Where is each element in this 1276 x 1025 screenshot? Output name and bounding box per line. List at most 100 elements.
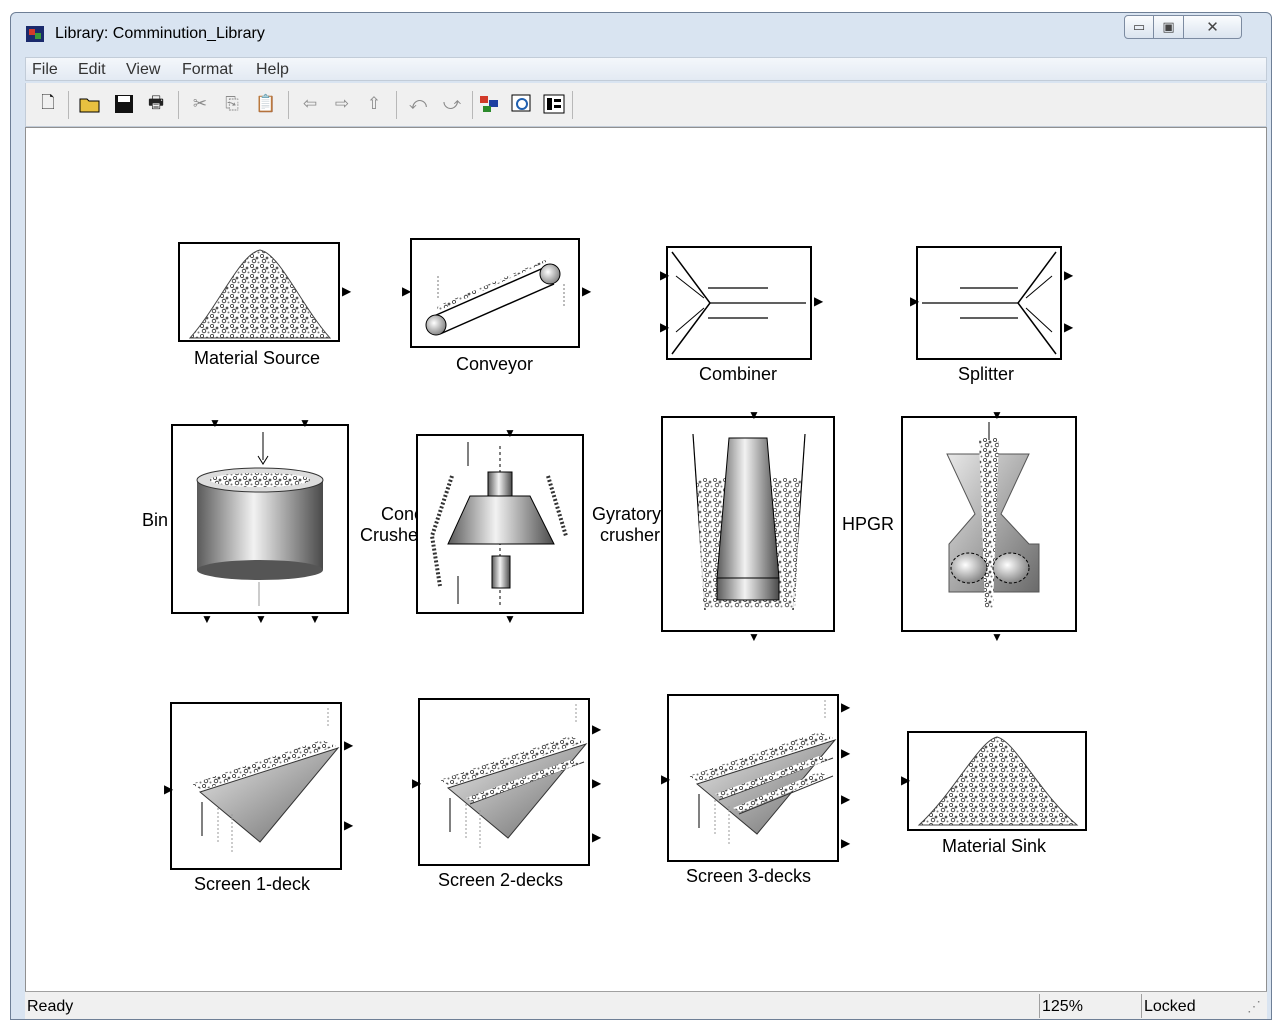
undo-icon[interactable]: ⤺ bbox=[406, 92, 430, 116]
bin-label: Bin bbox=[142, 510, 169, 530]
toolbar-separator bbox=[288, 91, 289, 119]
hpgr-label: HPGR bbox=[842, 514, 895, 534]
input-port-icon: ▼ bbox=[504, 426, 516, 440]
output-port-icon: ▶ bbox=[592, 776, 602, 790]
conveyor-block[interactable] bbox=[410, 238, 580, 348]
input-port-icon: ▶ bbox=[660, 268, 670, 282]
toolbar-separator bbox=[572, 91, 573, 119]
output-port-icon: ▶ bbox=[344, 738, 354, 752]
input-port-icon: ▼ bbox=[299, 416, 311, 430]
new-file-icon[interactable]: 🗋 bbox=[36, 92, 60, 116]
toolbar: 🗋 🖶 ✂ ⎘ 📋 ⇦ ⇨ ⇧ ⤺ ⤻ bbox=[25, 83, 1267, 127]
save-icon[interactable] bbox=[112, 92, 136, 116]
redo-icon[interactable]: ⤻ bbox=[440, 92, 464, 116]
splitter-arrows-icon bbox=[922, 251, 1057, 355]
screen-3-decks-block[interactable] bbox=[667, 694, 839, 862]
input-port-icon: ▶ bbox=[402, 284, 412, 298]
output-port-icon: ▶ bbox=[841, 746, 851, 760]
cone-crusher-icon bbox=[429, 442, 568, 606]
menu-edit[interactable]: Edit bbox=[78, 61, 106, 79]
menu-view[interactable]: View bbox=[126, 61, 160, 79]
vibrating-screen-1-deck-icon bbox=[192, 708, 340, 854]
cut-icon[interactable]: ✂ bbox=[188, 92, 212, 116]
output-port-icon: ▶ bbox=[841, 700, 851, 714]
model-explorer-icon[interactable] bbox=[510, 92, 534, 116]
output-port-icon: ▶ bbox=[1064, 320, 1074, 334]
library-canvas[interactable]: ▶ Material Source ▶ ▶ Conveyor ▶ ▶ ▶ Com… bbox=[25, 127, 1267, 999]
output-port-icon: ▼ bbox=[309, 612, 321, 626]
output-port-icon: ▼ bbox=[504, 612, 516, 626]
menu-bar: File Edit View Format Help bbox=[25, 57, 1267, 81]
output-port-icon: ▶ bbox=[592, 722, 602, 736]
close-button[interactable]: ✕ bbox=[1184, 15, 1242, 39]
screen-2-decks-label: Screen 2-decks bbox=[438, 870, 564, 890]
combiner-arrows-icon bbox=[671, 251, 806, 355]
status-text: Ready bbox=[27, 998, 74, 1015]
toolbar-separator bbox=[68, 91, 69, 119]
bin-block[interactable] bbox=[171, 424, 349, 614]
window-title: Library: Comminution_Library bbox=[55, 25, 265, 42]
screen-2-decks-block[interactable] bbox=[418, 698, 590, 866]
output-port-icon: ▶ bbox=[841, 792, 851, 806]
toolbar-separator bbox=[396, 91, 397, 119]
debugger-icon[interactable] bbox=[542, 92, 566, 116]
resize-grip-icon[interactable]: ⋰ bbox=[1247, 998, 1261, 1015]
output-port-icon: ▶ bbox=[344, 818, 354, 832]
material-source-block[interactable] bbox=[178, 242, 340, 342]
input-port-icon: ▶ bbox=[661, 772, 671, 786]
gravel-pile-icon bbox=[188, 249, 332, 339]
splitter-block[interactable] bbox=[916, 246, 1062, 360]
library-window: Library: Comminution_Library ▭ ▣ ✕ File … bbox=[10, 12, 1272, 1020]
combiner-block[interactable] bbox=[666, 246, 812, 360]
storage-bin-icon bbox=[196, 432, 324, 606]
simulink-app-icon bbox=[26, 26, 44, 42]
title-bar[interactable]: Library: Comminution_Library ▭ ▣ ✕ bbox=[11, 13, 1271, 55]
output-port-icon: ▶ bbox=[592, 830, 602, 844]
hpgr-block[interactable] bbox=[901, 416, 1077, 632]
input-port-icon: ▼ bbox=[748, 408, 760, 422]
paste-icon[interactable]: 📋 bbox=[254, 92, 278, 116]
material-sink-block[interactable] bbox=[907, 731, 1087, 831]
minimize-button[interactable]: ▭ bbox=[1124, 15, 1154, 39]
forward-arrow-icon[interactable]: ⇨ bbox=[330, 92, 354, 116]
cone-crusher-label: Cone Crusher bbox=[359, 504, 424, 545]
library-browser-icon[interactable] bbox=[478, 92, 502, 116]
input-port-icon: ▶ bbox=[660, 320, 670, 334]
back-arrow-icon[interactable]: ⇦ bbox=[298, 92, 322, 116]
open-folder-icon[interactable] bbox=[78, 92, 102, 116]
input-port-icon: ▶ bbox=[910, 294, 920, 308]
up-arrow-icon[interactable]: ⇧ bbox=[362, 92, 386, 116]
output-port-icon: ▶ bbox=[814, 294, 824, 308]
screen-1-deck-label: Screen 1-deck bbox=[194, 874, 311, 894]
output-port-icon: ▶ bbox=[1064, 268, 1074, 282]
output-port-icon: ▶ bbox=[841, 836, 851, 850]
output-port-icon: ▼ bbox=[255, 612, 267, 626]
copy-icon[interactable]: ⎘ bbox=[220, 92, 244, 116]
gravel-pile-icon bbox=[917, 736, 1079, 826]
menu-file[interactable]: File bbox=[32, 61, 58, 79]
input-port-icon: ▼ bbox=[991, 408, 1003, 422]
input-port-icon: ▶ bbox=[901, 773, 911, 787]
input-port-icon: ▶ bbox=[164, 782, 174, 796]
menu-format[interactable]: Format bbox=[182, 61, 233, 79]
high-pressure-grinding-rolls-icon bbox=[946, 422, 1040, 608]
maximize-button[interactable]: ▣ bbox=[1154, 15, 1184, 39]
gyratory-crusher-block[interactable] bbox=[661, 416, 835, 632]
minimize-icon: ▭ bbox=[1132, 19, 1146, 35]
menu-help[interactable]: Help bbox=[256, 61, 289, 79]
gyratory-crusher-label: Gyratory crusher bbox=[592, 504, 662, 545]
close-icon: ✕ bbox=[1206, 18, 1219, 36]
material-source-label: Material Source bbox=[194, 348, 321, 368]
vibrating-screen-2-decks-icon bbox=[440, 704, 588, 850]
maximize-icon: ▣ bbox=[1162, 19, 1175, 35]
cone-crusher-block[interactable] bbox=[416, 434, 584, 614]
output-port-icon: ▼ bbox=[991, 630, 1003, 644]
combiner-label: Combiner bbox=[699, 364, 778, 384]
conveyor-label: Conveyor bbox=[456, 354, 534, 374]
toolbar-separator bbox=[472, 91, 473, 119]
vibrating-screen-3-decks-icon bbox=[689, 700, 837, 846]
lock-status: Locked bbox=[1141, 994, 1243, 1018]
input-port-icon: ▼ bbox=[209, 416, 221, 430]
print-icon[interactable]: 🖶 bbox=[144, 92, 168, 116]
screen-1-deck-block[interactable] bbox=[170, 702, 342, 870]
